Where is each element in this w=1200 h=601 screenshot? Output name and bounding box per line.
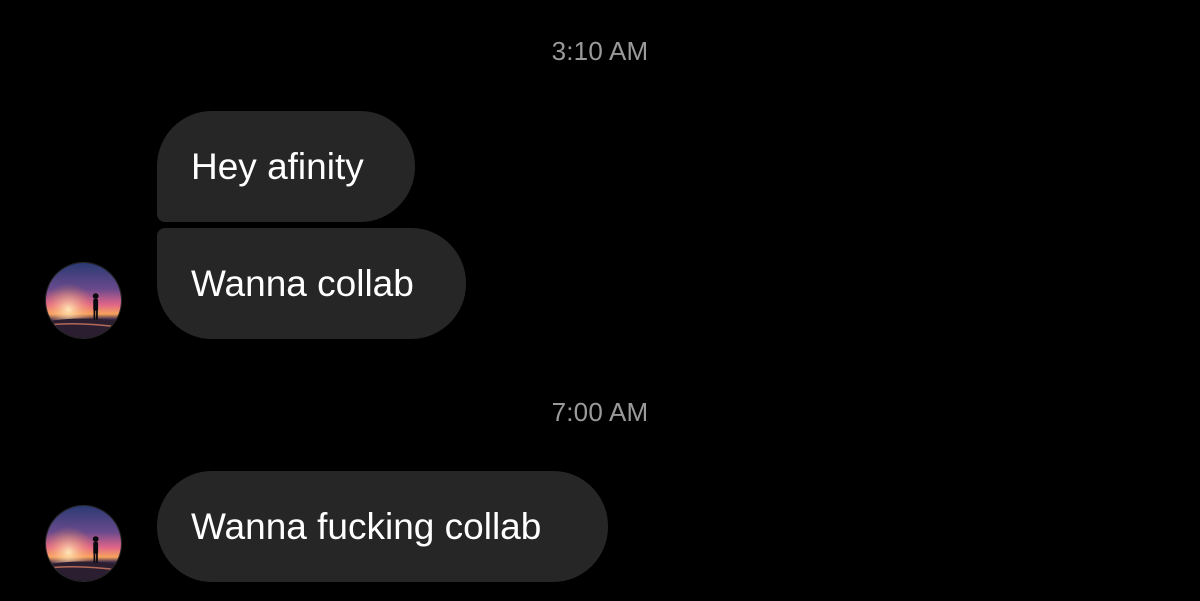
message-thread: 3:10 AM Hey afinity Wanna collab 7:00 AM… [0, 0, 1200, 601]
sender-avatar[interactable] [45, 262, 122, 339]
sender-avatar[interactable] [45, 505, 122, 582]
timestamp: 3:10 AM [551, 36, 649, 66]
sunset-silhouette-avatar-icon [46, 506, 121, 581]
timestamp: 7:00 AM [551, 397, 649, 427]
message-bubble[interactable]: Wanna collab [157, 228, 466, 339]
message-bubble[interactable]: Wanna fucking collab [157, 471, 608, 582]
message-bubble[interactable]: Hey afinity [157, 111, 415, 222]
sunset-silhouette-avatar-icon [46, 263, 121, 338]
